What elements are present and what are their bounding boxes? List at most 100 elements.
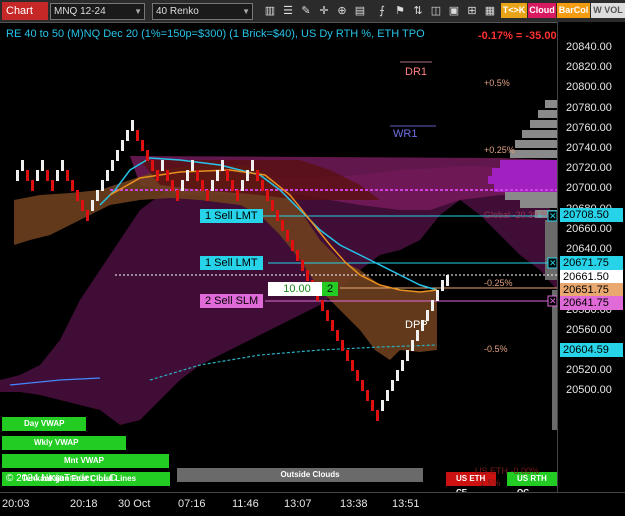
price-label-last: 20661.50 — [560, 270, 623, 284]
price-axis[interactable]: 20840.00 20820.00 20800.00 20780.00 20760.00… — [557, 22, 625, 492]
pencil-icon[interactable]: ✎ — [298, 3, 314, 19]
renko-brick — [216, 170, 219, 181]
price-tick: 20820.00 — [566, 61, 612, 74]
renko-brick — [351, 360, 354, 371]
renko-brick — [171, 180, 174, 191]
strategy-icon[interactable]: ⚑ — [392, 3, 408, 19]
time-tick: 20:18 — [70, 498, 98, 510]
renko-brick — [266, 190, 269, 201]
instrument-value: MNQ 12-24 — [54, 6, 106, 17]
price-tick: 20800.00 — [566, 81, 612, 94]
outside-clouds-bar: Outside Clouds — [177, 468, 423, 482]
wvol-toggle-button[interactable]: W VOL — [591, 3, 625, 18]
more-icon[interactable]: ▦ — [482, 3, 498, 19]
price-label-order-1: 20708.50 — [560, 208, 623, 222]
ghost-footer-text: US ETH -0.00% — [475, 466, 540, 476]
share-icon[interactable]: ▣ — [446, 3, 462, 19]
ghost-footer-text-2: 1.5% — [480, 478, 501, 488]
renko-brick — [321, 300, 324, 311]
properties-icon[interactable]: ▤ — [352, 3, 368, 19]
renko-brick — [401, 360, 404, 371]
price-tick: 20720.00 — [566, 162, 612, 175]
dpp-label: DPP — [405, 319, 428, 331]
svg-text:✕: ✕ — [549, 211, 557, 221]
position-quantity[interactable]: 2 — [322, 282, 339, 296]
renko-brick — [416, 330, 419, 341]
copyright-text: © 2024 NinjaTrader, LLC — [6, 473, 117, 484]
time-tick: 13:38 — [340, 498, 368, 510]
renko-brick — [16, 170, 19, 181]
renko-brick — [166, 170, 169, 181]
renko-brick — [96, 190, 99, 201]
bar-type-select[interactable]: 40 Renko ▼ — [152, 3, 253, 20]
renko-brick — [51, 180, 54, 191]
renko-brick — [256, 170, 259, 181]
renko-brick — [251, 160, 254, 171]
screenshot-icon[interactable]: ◫ — [428, 3, 444, 19]
time-tick: 11:46 — [232, 498, 259, 510]
renko-brick — [296, 250, 299, 261]
price-label-order-2: 20671.75 — [560, 256, 623, 270]
chevron-down-icon: ▼ — [242, 7, 250, 16]
renko-brick — [76, 190, 79, 201]
chart-trader-icon[interactable]: ⇅ — [410, 3, 426, 19]
renko-brick — [71, 180, 74, 191]
renko-brick — [236, 190, 239, 201]
cloud-toggle-button[interactable]: Cloud — [528, 3, 556, 18]
renko-brick — [191, 160, 194, 171]
dr1-label: DR1 — [405, 66, 428, 78]
renko-brick — [221, 160, 224, 171]
data-box-icon[interactable]: ⊞ — [464, 3, 480, 19]
renko-brick — [21, 160, 24, 171]
renko-brick — [346, 350, 349, 361]
sell-limit-order-2[interactable]: 1 Sell LMT — [200, 256, 263, 270]
crosshair-icon[interactable]: ✛ — [316, 3, 332, 19]
bar-type-value: 40 Renko — [156, 6, 199, 17]
chart-header: RE 40 to 50 (M)NQ Dec 20 (1%=150p=$300) … — [6, 28, 425, 40]
renko-brick — [381, 400, 384, 411]
svg-text:✕: ✕ — [549, 258, 557, 268]
sell-limit-order-1[interactable]: 1 Sell LMT — [200, 209, 263, 223]
renko-brick — [386, 390, 389, 401]
renko-brick — [431, 300, 434, 311]
renko-brick — [196, 170, 199, 181]
zoom-icon[interactable]: ⊕ — [334, 3, 350, 19]
renko-brick — [361, 380, 364, 391]
position-price[interactable]: 10.00 — [268, 282, 326, 296]
renko-brick — [391, 380, 394, 391]
list-icon[interactable]: ☰ — [280, 3, 296, 19]
renko-brick — [56, 170, 59, 181]
pct-label-minus-025: -0.25% — [484, 278, 513, 288]
price-tick: 20640.00 — [566, 243, 612, 255]
sell-stop-order[interactable]: 2 Sell SLM — [200, 294, 264, 308]
renko-brick — [176, 190, 179, 201]
renko-brick — [441, 280, 444, 291]
indicators-icon[interactable]: ⨍ — [374, 3, 390, 19]
renko-brick — [116, 150, 119, 161]
bar-chart-icon[interactable]: ▥ — [262, 3, 278, 19]
tk-toggle-button[interactable]: T<>K — [501, 3, 527, 18]
renko-brick — [126, 130, 129, 141]
renko-brick — [336, 330, 339, 341]
time-axis[interactable]: 20:03 20:18 30 Oct 07:16 11:46 13:07 13:38 13:5… — [0, 492, 625, 516]
renko-brick — [161, 160, 164, 171]
window-title[interactable]: Chart — [2, 2, 48, 20]
renko-brick — [61, 160, 64, 171]
renko-brick — [31, 180, 34, 191]
renko-brick — [246, 170, 249, 181]
renko-brick — [406, 350, 409, 361]
price-tick: 20660.00 — [566, 222, 612, 235]
price-chart[interactable]: ✕ ✕ ✕ — [0, 22, 625, 492]
instrument-select[interactable]: MNQ 12-24 ▼ — [50, 3, 145, 20]
barcol-toggle-button[interactable]: BarCol — [557, 3, 590, 18]
renko-brick — [111, 160, 114, 171]
renko-brick — [366, 390, 369, 401]
renko-brick — [91, 200, 94, 211]
time-tick: 13:07 — [284, 498, 312, 510]
price-label-position: 20651.75 — [560, 283, 623, 297]
renko-brick — [201, 180, 204, 191]
price-tick: 20760.00 — [566, 121, 612, 134]
pct-label-minus-05: -0.5% — [484, 344, 508, 354]
renko-brick — [181, 180, 184, 191]
renko-brick — [356, 370, 359, 381]
